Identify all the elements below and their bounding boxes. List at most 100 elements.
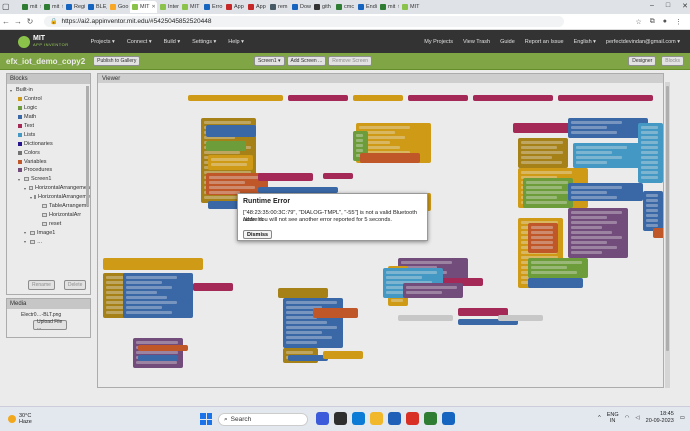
code-block[interactable] bbox=[206, 125, 256, 137]
file-explorer-icon[interactable] bbox=[370, 412, 383, 425]
menu-help[interactable]: Help ▾ bbox=[228, 39, 244, 45]
speaker-icon[interactable]: ◁ bbox=[635, 415, 639, 421]
windows-start-icon[interactable] bbox=[200, 413, 212, 425]
code-block[interactable] bbox=[123, 273, 193, 318]
browser-tab[interactable]: Regi ✕ bbox=[64, 1, 85, 13]
code-block[interactable] bbox=[568, 208, 628, 258]
browser-tab[interactable]: mit✕ bbox=[42, 1, 63, 13]
scrollbar-thumb[interactable] bbox=[666, 86, 669, 351]
code-block[interactable] bbox=[653, 228, 663, 238]
rename-button[interactable]: Rename bbox=[28, 280, 55, 290]
component-tree-item[interactable]: ▾ Image1 bbox=[10, 228, 90, 237]
dismiss-button[interactable]: Dismiss bbox=[243, 230, 273, 239]
builtin-drawer-item[interactable]: Colors bbox=[10, 148, 90, 157]
code-block[interactable] bbox=[103, 258, 203, 270]
code-block[interactable] bbox=[473, 95, 553, 101]
browser-tab[interactable]: mit✕ bbox=[378, 1, 399, 13]
url-field[interactable]: 🔒 https://ai2.appinventor.mit.edu/#54250… bbox=[44, 16, 564, 27]
back-icon[interactable]: ← bbox=[0, 17, 12, 26]
reload-icon[interactable]: ↻ bbox=[24, 17, 36, 26]
code-block[interactable] bbox=[138, 355, 178, 361]
expand-icon[interactable]: ▾ bbox=[18, 177, 22, 182]
builtin-drawer-item[interactable]: Text bbox=[10, 122, 90, 131]
close-tab-icon[interactable]: ✕ bbox=[39, 4, 41, 10]
browser-tab[interactable]: mit✕ bbox=[20, 1, 41, 13]
wifi-icon[interactable]: ◠ bbox=[625, 415, 630, 421]
code-block[interactable] bbox=[518, 138, 568, 168]
app-icon[interactable] bbox=[424, 412, 437, 425]
account-menu[interactable]: perfectdevindan@gmail.com ▾ bbox=[606, 39, 680, 45]
builtin-drawer-item[interactable]: Procedures bbox=[10, 166, 90, 175]
component-tree-item[interactable]: HorizontalArr bbox=[10, 210, 90, 219]
media-file[interactable]: Electr0…-BLT.png bbox=[7, 309, 90, 318]
upload-file-button[interactable]: Upload File ... bbox=[33, 319, 67, 331]
link-guide[interactable]: Guide bbox=[500, 39, 515, 45]
maximize-icon[interactable]: □ bbox=[666, 2, 670, 10]
browser-tab[interactable]: Erro✕ bbox=[202, 1, 223, 13]
link-report-issue[interactable]: Report an Issue bbox=[525, 39, 564, 45]
component-tree-item[interactable]: reset bbox=[10, 219, 90, 228]
app-icon[interactable] bbox=[316, 412, 329, 425]
app-icon[interactable] bbox=[442, 412, 455, 425]
language-select[interactable]: English ▾ bbox=[574, 39, 596, 45]
browser-tab[interactable]: Endi✕ bbox=[356, 1, 377, 13]
browser-tab[interactable]: Inter✕ bbox=[158, 1, 179, 13]
notification-icon[interactable]: ▭ bbox=[680, 415, 685, 421]
browser-tab[interactable]: App✕ bbox=[246, 1, 267, 13]
component-tree-item[interactable]: TableArrangeme bbox=[10, 202, 90, 211]
code-block[interactable] bbox=[558, 95, 653, 101]
code-block[interactable] bbox=[258, 173, 313, 181]
code-block[interactable] bbox=[133, 338, 183, 368]
code-block[interactable] bbox=[573, 143, 643, 168]
edge-icon[interactable] bbox=[352, 412, 365, 425]
profile-icon[interactable]: ● bbox=[663, 18, 667, 26]
code-block[interactable] bbox=[360, 153, 420, 163]
code-block[interactable] bbox=[528, 278, 583, 288]
task-view-icon[interactable] bbox=[334, 412, 347, 425]
designer-button[interactable]: Designer bbox=[628, 56, 657, 66]
code-block[interactable] bbox=[313, 308, 358, 318]
builtin-drawer-item[interactable]: Variables bbox=[10, 157, 90, 166]
remove-screen-button[interactable]: Remove Screen bbox=[328, 56, 373, 66]
code-block[interactable] bbox=[498, 315, 543, 321]
builtin-drawer-item[interactable]: Math bbox=[10, 113, 90, 122]
taskbar-search[interactable]: ⌕ Search bbox=[218, 413, 308, 426]
browser-tab[interactable]: MIT✕ bbox=[130, 1, 157, 13]
code-block[interactable] bbox=[643, 191, 663, 231]
weather-widget[interactable]: 30°C Haze bbox=[8, 413, 32, 425]
publish-gallery-button[interactable]: Publish to Gallery bbox=[93, 56, 141, 66]
menu-connect[interactable]: Connect ▾ bbox=[127, 39, 152, 45]
code-block[interactable] bbox=[528, 223, 558, 253]
chevron-up-icon[interactable]: ^ bbox=[598, 415, 601, 421]
code-block[interactable] bbox=[568, 118, 648, 138]
forward-icon[interactable]: → bbox=[12, 17, 24, 26]
browser-tab[interactable]: rem✕ bbox=[268, 1, 289, 13]
menu-icon[interactable]: ⋮ bbox=[675, 18, 682, 26]
close-window-icon[interactable]: ✕ bbox=[682, 2, 688, 10]
clock[interactable]: 18:45 20-09-2023 bbox=[646, 411, 674, 425]
tab-list-icon[interactable]: ▢ bbox=[2, 2, 12, 12]
code-block[interactable] bbox=[398, 315, 453, 321]
code-block[interactable] bbox=[403, 283, 463, 298]
expand-icon[interactable]: ▾ bbox=[24, 230, 28, 235]
code-block[interactable] bbox=[206, 141, 246, 151]
code-block[interactable] bbox=[288, 355, 328, 361]
code-block[interactable] bbox=[513, 123, 573, 133]
browser-tab[interactable]: cmc✕ bbox=[334, 1, 355, 13]
blocks-button[interactable]: Blocks bbox=[661, 56, 684, 66]
close-tab-icon[interactable]: ✕ bbox=[397, 4, 399, 10]
language-indicator[interactable]: ENG IN bbox=[607, 412, 619, 424]
code-block[interactable] bbox=[288, 95, 348, 101]
builtin-node[interactable]: ▾ Built-in bbox=[10, 86, 90, 95]
code-block[interactable] bbox=[208, 155, 253, 170]
component-tree-item[interactable]: ▾ HorizontalArrangemen bbox=[10, 184, 90, 193]
screen-select[interactable]: Screen1 ▾ bbox=[254, 56, 285, 66]
browser-tab[interactable]: Dow✕ bbox=[290, 1, 311, 13]
expand-icon[interactable]: ▾ bbox=[30, 195, 32, 200]
browser-tab[interactable]: MIT✕ bbox=[180, 1, 201, 13]
browser-tab[interactable]: Goo✕ bbox=[108, 1, 129, 13]
expand-icon[interactable]: ▾ bbox=[24, 186, 27, 191]
store-icon[interactable] bbox=[388, 412, 401, 425]
minimize-icon[interactable]: – bbox=[650, 2, 654, 10]
code-block[interactable] bbox=[283, 298, 343, 348]
